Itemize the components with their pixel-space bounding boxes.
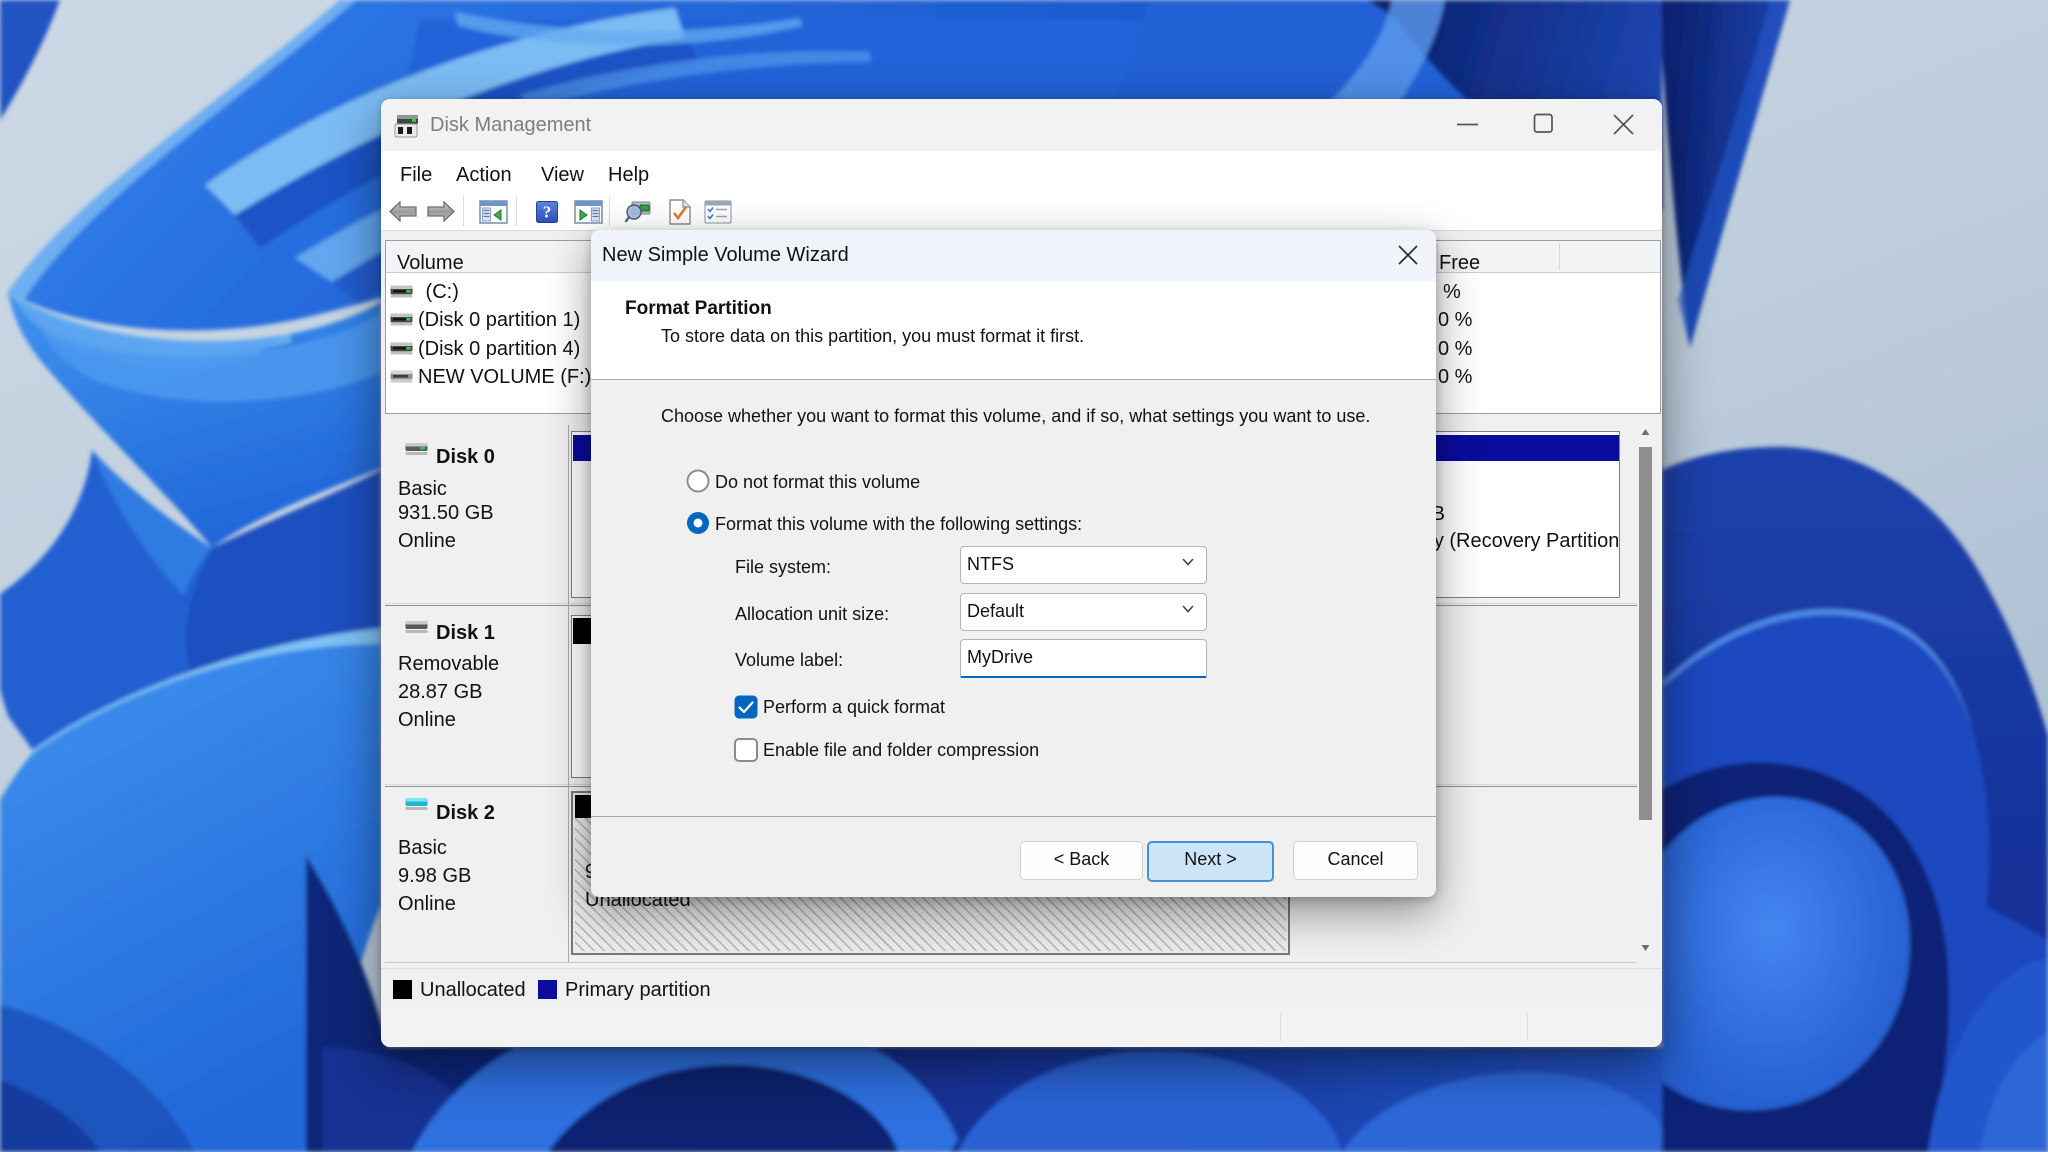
svg-text:?: ? [543,203,552,222]
